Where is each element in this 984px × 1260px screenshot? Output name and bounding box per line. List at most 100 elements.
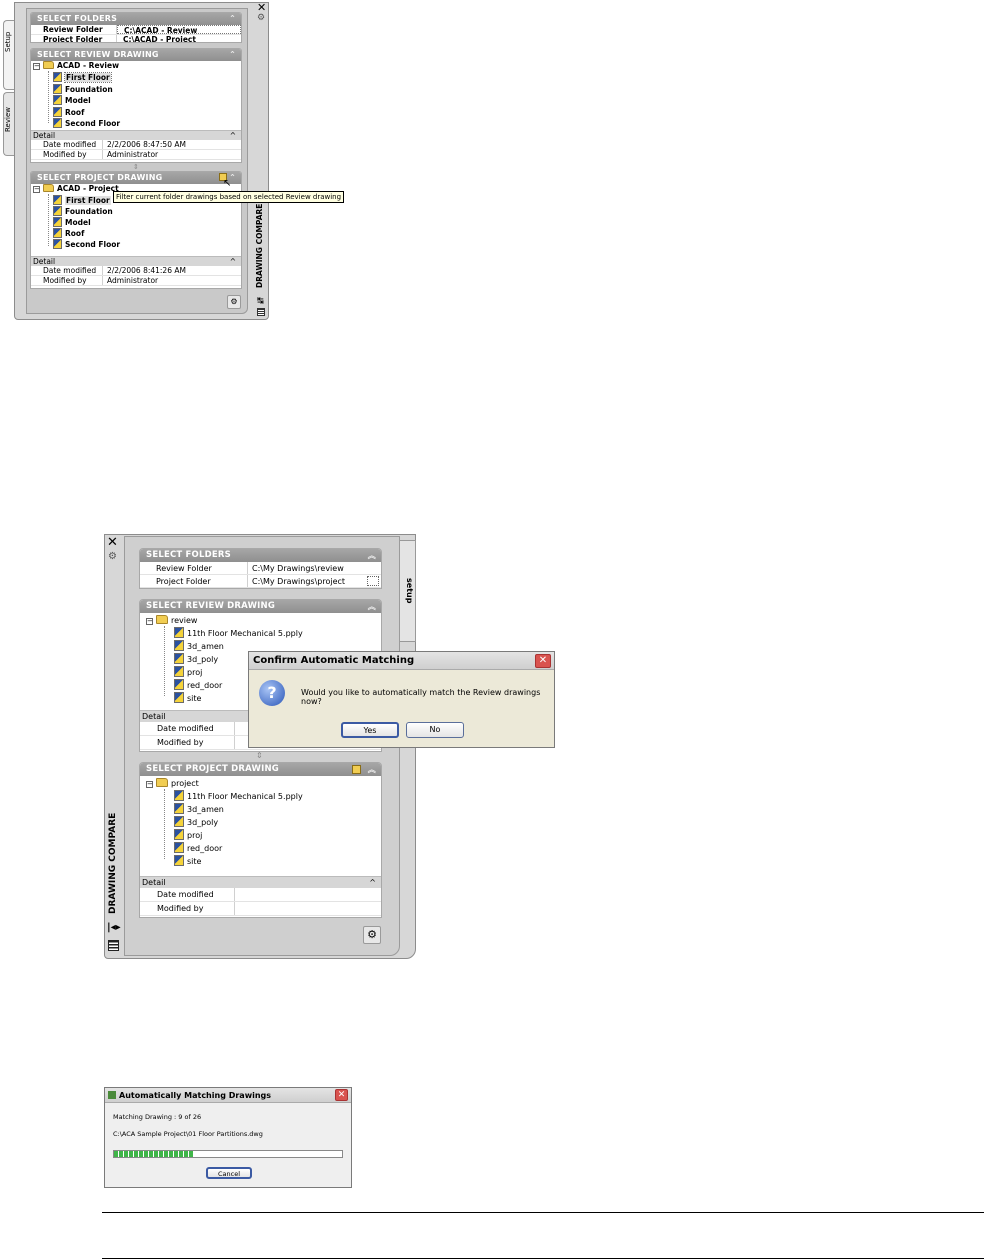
collapse-icon[interactable]: ︽: [368, 763, 376, 776]
progress-fill: [114, 1151, 194, 1157]
close-icon[interactable]: ✕: [107, 535, 118, 550]
filter-icon[interactable]: [352, 765, 361, 774]
modified-by-label: Modified by: [140, 736, 235, 749]
no-button[interactable]: No: [406, 722, 464, 738]
drawing-icon: [174, 666, 184, 677]
collapse-icon[interactable]: ⌃: [229, 13, 236, 25]
date-modified-label: Date modified: [140, 722, 235, 735]
tree-root[interactable]: − review: [146, 615, 197, 626]
filter-tooltip: Filter current folder drawings based on …: [113, 191, 345, 203]
dialog-message: Would you like to automatically match th…: [301, 688, 541, 706]
list-item[interactable]: 11th Floor Mechanical 5.pply: [174, 627, 303, 639]
list-item[interactable]: red_door: [174, 842, 222, 854]
collapse-tree-icon[interactable]: −: [146, 618, 153, 625]
palette-menu-icon[interactable]: [257, 308, 265, 316]
list-item[interactable]: 3d_poly: [174, 816, 218, 828]
list-item-label: proj: [187, 831, 203, 840]
project-drawing-header: SELECT PROJECT DRAWING ⌃: [31, 172, 241, 184]
list-item[interactable]: Model: [53, 217, 91, 228]
list-item[interactable]: site: [174, 855, 201, 867]
detail-header[interactable]: Detail ^: [31, 130, 241, 140]
list-item-label: 11th Floor Mechanical 5.pply: [187, 629, 303, 638]
list-item-label: Roof: [65, 108, 85, 117]
properties-icon[interactable]: ⚙: [257, 13, 265, 23]
yes-button[interactable]: Yes: [341, 722, 399, 738]
divider-line: [102, 1212, 984, 1213]
list-item[interactable]: 11th Floor Mechanical 5.pply: [174, 790, 303, 802]
list-item[interactable]: Foundation: [53, 206, 113, 217]
chevron-up-icon[interactable]: ^: [230, 131, 236, 141]
list-item[interactable]: Roof: [53, 228, 84, 239]
project-folder-value[interactable]: C:\ACAD - Project: [117, 35, 241, 42]
list-item[interactable]: Second Floor: [53, 118, 120, 129]
list-item[interactable]: First Floor: [53, 195, 111, 206]
review-folder-row: Review Folder C:\ACAD - Review: [31, 25, 241, 35]
drawing-icon: [53, 118, 62, 128]
detail-header[interactable]: Detail ^: [31, 256, 241, 266]
chevron-up-icon[interactable]: ^: [230, 257, 236, 267]
properties-icon[interactable]: ⚙: [108, 551, 117, 562]
list-item-label: Foundation: [65, 85, 113, 94]
list-item[interactable]: proj: [174, 829, 202, 841]
list-item[interactable]: 3d_poly: [174, 653, 218, 665]
list-item[interactable]: proj: [174, 666, 202, 678]
splitter-icon[interactable]: ⇕: [133, 163, 139, 171]
date-modified-value: 2/2/2006 8:47:50 AM: [107, 140, 186, 149]
list-item[interactable]: Second Floor: [53, 239, 120, 250]
list-item[interactable]: 3d_amen: [174, 803, 224, 815]
list-item[interactable]: Model: [53, 95, 91, 106]
tab-setup-label: setup: [405, 578, 414, 604]
list-item[interactable]: Roof: [53, 107, 84, 118]
cancel-button[interactable]: Cancel: [206, 1167, 252, 1179]
tree-root[interactable]: − project: [146, 778, 199, 789]
review-folder-value[interactable]: C:\My Drawings\review: [248, 562, 381, 574]
collapse-icon[interactable]: ︽: [368, 549, 376, 562]
close-icon[interactable]: ✕: [535, 654, 551, 668]
tree-root[interactable]: − ACAD - Project: [33, 184, 119, 194]
palette-menu-icon[interactable]: [108, 940, 119, 951]
auto-hide-icon[interactable]: |◂▸: [107, 922, 121, 933]
drawing-icon: [174, 790, 184, 801]
modified-by-label: Modified by: [31, 150, 103, 159]
list-item[interactable]: site: [174, 692, 201, 704]
drawing-icon: [174, 842, 184, 853]
project-folder-label: Project Folder: [31, 35, 117, 42]
list-item-label: Foundation: [65, 207, 113, 216]
select-folders-section: SELECT FOLDERS ⌃ Review Folder C:\ACAD -…: [30, 12, 242, 43]
review-folder-label: Review Folder: [140, 562, 248, 574]
list-item[interactable]: Foundation: [53, 84, 113, 95]
review-folder-value[interactable]: C:\ACAD - Review: [117, 25, 241, 35]
chevron-up-icon[interactable]: ^: [369, 877, 376, 889]
list-item[interactable]: First Floor: [53, 72, 112, 83]
compare-button[interactable]: ⚙: [363, 926, 381, 944]
tree-root[interactable]: − ACAD - Review: [33, 61, 119, 71]
auto-hide-icon[interactable]: ↹: [257, 296, 264, 305]
collapse-icon[interactable]: ︽: [368, 600, 376, 613]
splitter-icon[interactable]: ⇕: [256, 751, 263, 760]
list-item[interactable]: 3d_amen: [174, 640, 224, 652]
date-modified-row: Date modified 2/2/2006 8:41:26 AM: [31, 266, 241, 276]
date-modified-value: 2/2/2006 8:41:26 AM: [107, 266, 186, 275]
date-modified-label: Date modified: [31, 140, 103, 149]
project-folder-row: Project Folder C:\ACAD - Project: [31, 35, 241, 42]
project-folder-value[interactable]: C:\My Drawings\project: [248, 575, 365, 587]
close-icon[interactable]: ✕: [335, 1089, 348, 1101]
browse-button[interactable]: [367, 576, 379, 586]
collapse-tree-icon[interactable]: −: [146, 781, 153, 788]
drawing-icon: [174, 640, 184, 651]
collapse-tree-icon[interactable]: −: [33, 186, 40, 193]
select-folders-section: SELECT FOLDERS ︽ Review Folder C:\My Dra…: [139, 548, 382, 589]
modified-by-row: Modified by Administrator: [31, 276, 241, 286]
modified-by-label: Modified by: [31, 276, 103, 285]
collapse-icon[interactable]: ⌃: [229, 49, 236, 61]
detail-header[interactable]: Detail ^: [140, 876, 381, 888]
select-project-drawing-section: SELECT PROJECT DRAWING ︽ − project 11th F…: [139, 762, 382, 918]
palette-1-title: DRAWING COMPARE: [255, 203, 264, 288]
collapse-tree-icon[interactable]: −: [33, 63, 40, 70]
tab-setup-label: Setup: [4, 31, 12, 52]
modified-by-row: Modified by Administrator: [31, 150, 241, 160]
drawing-icon: [53, 95, 62, 105]
drawing-icon: [174, 653, 184, 664]
list-item[interactable]: red_door: [174, 679, 222, 691]
compare-button[interactable]: ⚙: [227, 295, 241, 309]
